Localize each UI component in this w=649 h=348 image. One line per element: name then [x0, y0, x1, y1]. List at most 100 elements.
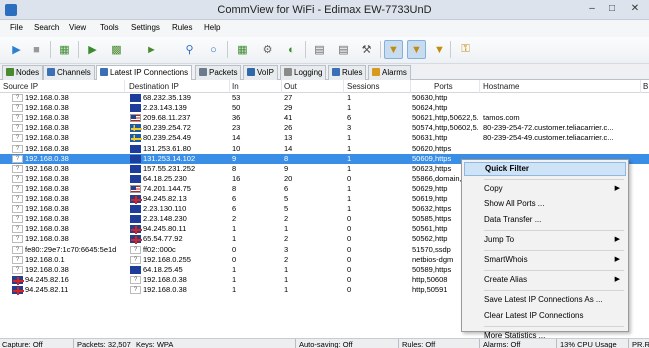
col-out[interactable]: Out: [284, 82, 297, 91]
tab-channels[interactable]: Channels: [43, 65, 95, 80]
statistics-button[interactable]: ▦: [233, 40, 252, 59]
tab-logging[interactable]: Logging: [280, 65, 327, 80]
table-row[interactable]: ? 192.168.0.38 80.239.254.72 23 26 3 50574,htt…: [0, 123, 649, 133]
packet-generator-button[interactable]: ◐: [282, 40, 301, 59]
tab-packets[interactable]: Packets: [195, 65, 242, 80]
ports-cell: 50621,http,50622,5...: [412, 113, 479, 123]
menu-item-quick-filter[interactable]: Quick Filter: [464, 162, 626, 176]
menu-item-create-alias[interactable]: Create Alias ▶: [464, 273, 626, 287]
menu-rules[interactable]: Rules: [172, 23, 192, 32]
menu-help[interactable]: Help: [204, 23, 220, 32]
col-hostname[interactable]: Hostname: [483, 82, 519, 91]
menu-item-clear-latest-ip-connections[interactable]: Clear Latest IP Connections: [464, 309, 626, 323]
table-row[interactable]: ? 192.168.0.38 209.68.11.237 36 41 6 50621,htt…: [0, 113, 649, 123]
status-bar: Capture: Off Packets: 32,507 Keys: WPA A…: [0, 338, 649, 348]
col-source-ip[interactable]: Source IP: [3, 82, 38, 91]
out-cell: 20: [284, 173, 293, 183]
filter-custom-button[interactable]: ▼: [430, 40, 449, 59]
sessions-cell: 0: [347, 284, 352, 294]
in-cell: 0: [232, 254, 237, 264]
menu-item-save-latest-ip-connections-as[interactable]: Save Latest IP Connections As ...: [464, 293, 626, 307]
save-button[interactable]: ▩: [107, 40, 126, 59]
filter-ip-button[interactable]: ▼: [407, 40, 426, 59]
destination-ip-cell: 64.18.25.45: [143, 264, 183, 274]
col-destination-ip[interactable]: Destination IP: [129, 82, 179, 91]
hostname-cell: 80-239-254-49.customer.teliacarrier.c...: [483, 133, 614, 143]
menu-item-label: Create Alias: [484, 275, 528, 285]
menu-item-show-all-ports[interactable]: Show All Ports ...: [464, 197, 626, 211]
in-cell: 36: [232, 113, 241, 123]
destination-ip-cell: 80.239.254.72: [143, 123, 191, 133]
source-flag-icon: ?: [12, 205, 23, 214]
maximize-button[interactable]: □: [603, 2, 621, 16]
source-flag-icon: ?: [12, 184, 23, 193]
reconstruct-button[interactable]: ○: [204, 40, 223, 59]
out-cell: 41: [284, 113, 293, 123]
tab-alarms[interactable]: Alarms: [368, 65, 411, 80]
settings-button[interactable]: ⚒: [357, 40, 376, 59]
menu-item-data-transfer[interactable]: Data Transfer ...: [464, 213, 626, 227]
destination-ip-cell: 2.23.143.139: [143, 103, 187, 113]
in-cell: 10: [232, 143, 241, 153]
source-flag-icon: ?: [12, 124, 23, 133]
col-sessions[interactable]: Sessions: [347, 82, 379, 91]
mac-aliases-button[interactable]: ▤: [334, 40, 353, 59]
menu-tools[interactable]: Tools: [100, 23, 119, 32]
col-b[interactable]: B: [643, 82, 648, 91]
menu-item-copy[interactable]: Copy ▶: [464, 182, 626, 196]
table-row[interactable]: ? 192.168.0.38 2.23.143.139 50 29 1 50624,http: [0, 103, 649, 113]
table-row[interactable]: ? 192.168.0.38 80.239.254.49 14 13 1 50631,htt…: [0, 133, 649, 143]
menu-separator: [484, 325, 624, 327]
tab-voip[interactable]: VoIP: [243, 65, 278, 80]
sessions-cell: 1: [347, 143, 352, 153]
menu-item-jump-to[interactable]: Jump To ▶: [464, 233, 626, 247]
search-icon[interactable]: ⚲: [180, 40, 199, 59]
out-cell: 1: [284, 224, 289, 234]
col-in[interactable]: In: [232, 82, 239, 91]
sessions-cell: 0: [347, 254, 352, 264]
destination-flag-icon: [130, 104, 141, 113]
menu-search[interactable]: Search: [34, 23, 59, 32]
tab-strip: Nodes Channels Latest IP Connections Pac…: [0, 64, 649, 81]
menu-view[interactable]: View: [69, 23, 86, 32]
tab-latest-ip-connections[interactable]: Latest IP Connections: [96, 65, 193, 81]
source-ip-cell: 192.168.0.38: [25, 224, 69, 234]
destination-flag-icon: [130, 195, 142, 204]
minimize-button[interactable]: –: [583, 2, 601, 16]
load-button[interactable]: ▶: [83, 40, 102, 59]
wep-keys-button[interactable]: ⚙: [258, 40, 277, 59]
table-row[interactable]: ? 192.168.0.38 131.253.61.80 10 14 1 50620,htt…: [0, 144, 649, 154]
source-ip-cell: 192.168.0.38: [25, 234, 69, 244]
keys-icon[interactable]: ⚿: [456, 40, 475, 59]
table-row[interactable]: ? 192.168.0.38 68.232.35.139 53 27 1 50630,htt…: [0, 93, 649, 103]
nodes-icon: [6, 68, 14, 76]
source-flag-icon: ?: [12, 164, 23, 173]
menu-settings[interactable]: Settings: [131, 23, 160, 32]
source-ip-cell: 192.168.0.38: [25, 153, 69, 163]
source-ip-cell: 192.168.0.38: [25, 173, 69, 183]
close-button[interactable]: ✕: [626, 2, 644, 16]
destination-flag-icon: ?: [130, 285, 141, 294]
menu-item-label: Quick Filter: [485, 164, 530, 173]
tab-nodes[interactable]: Nodes: [2, 65, 44, 80]
stop-capture-button[interactable]: ■: [27, 40, 46, 59]
ip-aliases-button[interactable]: ▤: [310, 40, 329, 59]
destination-flag-icon: [130, 124, 142, 133]
open-log-button[interactable]: ▦: [55, 40, 74, 59]
sessions-cell: 1: [347, 153, 352, 163]
out-cell: 13: [284, 133, 293, 143]
col-ports[interactable]: Ports: [434, 82, 453, 91]
filter-mac-button[interactable]: ▼: [384, 40, 403, 59]
start-capture-button[interactable]: ▶: [7, 40, 26, 59]
in-cell: 53: [232, 93, 241, 102]
tab-rules[interactable]: Rules: [328, 65, 367, 80]
wireless-button[interactable]: ►: [142, 40, 161, 59]
out-cell: 26: [284, 123, 293, 133]
sessions-cell: 1: [347, 103, 352, 113]
ports-cell: 50624,http: [412, 103, 448, 113]
in-cell: 1: [232, 264, 237, 274]
source-flag-icon: ?: [12, 154, 23, 163]
menu-item-label: Save Latest IP Connections As ...: [484, 295, 603, 305]
menu-item-smartwhois[interactable]: SmartWhois ▶: [464, 253, 626, 267]
menu-file[interactable]: File: [10, 23, 23, 32]
